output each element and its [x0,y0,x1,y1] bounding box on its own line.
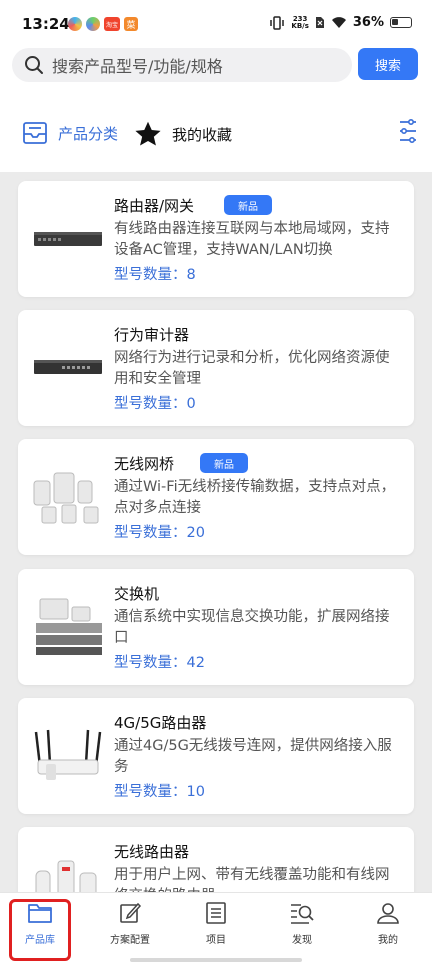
battery-icon [390,17,412,28]
model-count: 型号数量：20 [114,525,205,541]
taobao-app-icon: 淘宝 [104,17,120,31]
product-card-router-gateway[interactable]: 路由器/网关 新品 有线路由器连接互联网与本地局域网，支持设备AC管理，支持WA… [18,181,414,297]
home-indicator[interactable] [130,958,302,962]
product-name: 路由器/网关 [114,197,195,215]
model-count: 型号数量：42 [114,655,205,671]
audit-device-icon [32,326,104,410]
switch-icon [32,585,104,669]
status-bar: 13:24 淘宝 菜 233 KB/s 36% [0,0,432,46]
tab-product-category[interactable]: 产品分类 [22,120,118,146]
product-card-cellular-router[interactable]: 4G/5G路由器 通过4G/5G无线拨号连网，提供网络接入服务 型号数量：10 [18,698,414,814]
model-count: 型号数量：10 [114,784,205,800]
wireless-router-icon [32,843,104,892]
router-gateway-icon [32,197,104,281]
cellular-router-icon [32,714,104,798]
search-placeholder: 搜索产品型号/功能/规格 [52,57,223,76]
product-list: 路由器/网关 新品 有线路由器连接互联网与本地局域网，支持设备AC管理，支持WA… [0,172,432,892]
status-time: 13:24 [22,15,70,33]
vibrate-icon [270,15,285,30]
app-icon-1 [68,17,82,31]
filter-settings-icon[interactable] [398,118,418,144]
status-right: 233 KB/s 36% [269,15,412,30]
model-count: 型号数量：8 [114,267,196,283]
cainiao-app-icon: 菜 [124,17,138,31]
app-icon-2 [86,17,100,31]
product-name: 行为审计器 [114,326,190,344]
product-name: 无线路由器 [114,843,190,861]
product-card-switch[interactable]: 交换机 通信系统中实现信息交换功能，扩展网络接口 型号数量：42 [18,569,414,685]
nav-solution-config[interactable]: 方案配置 [95,901,165,946]
model-count: 型号数量：0 [114,396,196,412]
nav-me[interactable]: 我的 [353,901,423,946]
product-name: 无线网桥 [114,455,175,473]
search-button[interactable]: 搜索 [358,48,418,80]
product-name: 交换机 [114,585,160,603]
product-description: 通过4G/5G无线拨号连网，提供网络接入服务 [114,738,392,775]
inbox-tray-icon [23,122,47,144]
nav-projects[interactable]: 项目 [181,901,251,946]
nav-label: 方案配置 [110,935,150,946]
search-icon [25,56,43,74]
edit-icon [120,902,142,923]
document-icon [206,902,226,924]
star-icon [135,121,161,146]
search-input[interactable]: 搜索产品型号/功能/规格 [12,48,352,82]
product-card-audit-device[interactable]: 行为审计器 网络行为进行记录和分析，优化网络资源使用和安全管理 型号数量：0 [18,310,414,426]
nav-discover[interactable]: 发现 [267,901,337,946]
new-badge: 新品 [224,195,272,215]
discover-search-icon [291,904,314,924]
nav-label: 我的 [378,935,398,946]
product-name: 4G/5G路由器 [114,714,207,732]
active-tab-highlight [9,899,71,961]
battery-percent: 36% [352,15,384,30]
no-sim-icon [315,17,324,28]
tab-my-favorites-label: 我的收藏 [172,125,233,144]
product-description: 通信系统中实现信息交换功能，扩展网络接口 [114,609,390,646]
product-card-wireless-bridge[interactable]: 无线网桥 新品 通过Wi-Fi无线桥接传输数据，支持点对点，点对多点连接 型号数… [18,439,414,555]
wireless-bridge-icon [32,455,104,539]
nav-label: 发现 [292,935,312,946]
nav-label: 项目 [206,935,226,946]
product-description: 有线路由器连接互联网与本地局域网，支持设备AC管理，支持WAN/LAN切换 [114,221,390,258]
product-card-wireless-router[interactable]: 无线路由器 用于用户上网、带有无线覆盖功能和有线网络交换的路由器 [18,827,414,892]
tab-my-favorites[interactable]: 我的收藏 [134,120,232,148]
category-tabs: 产品分类 我的收藏 [0,98,432,172]
network-speed: 233 KB/s [291,15,309,30]
product-description: 网络行为进行记录和分析，优化网络资源使用和安全管理 [114,350,390,387]
user-icon [377,903,399,924]
tab-product-category-label: 产品分类 [58,124,119,143]
wifi-icon [331,17,346,28]
new-badge: 新品 [200,453,248,473]
status-app-icons: 淘宝 菜 [68,17,138,31]
product-description: 用于用户上网、带有无线覆盖功能和有线网络交换的路由器 [114,867,390,892]
network-speed-unit: KB/s [291,21,309,30]
product-description: 通过Wi-Fi无线桥接传输数据，支持点对点，点对多点连接 [114,479,396,516]
search-bar: 搜索产品型号/功能/规格 搜索 [0,46,432,98]
